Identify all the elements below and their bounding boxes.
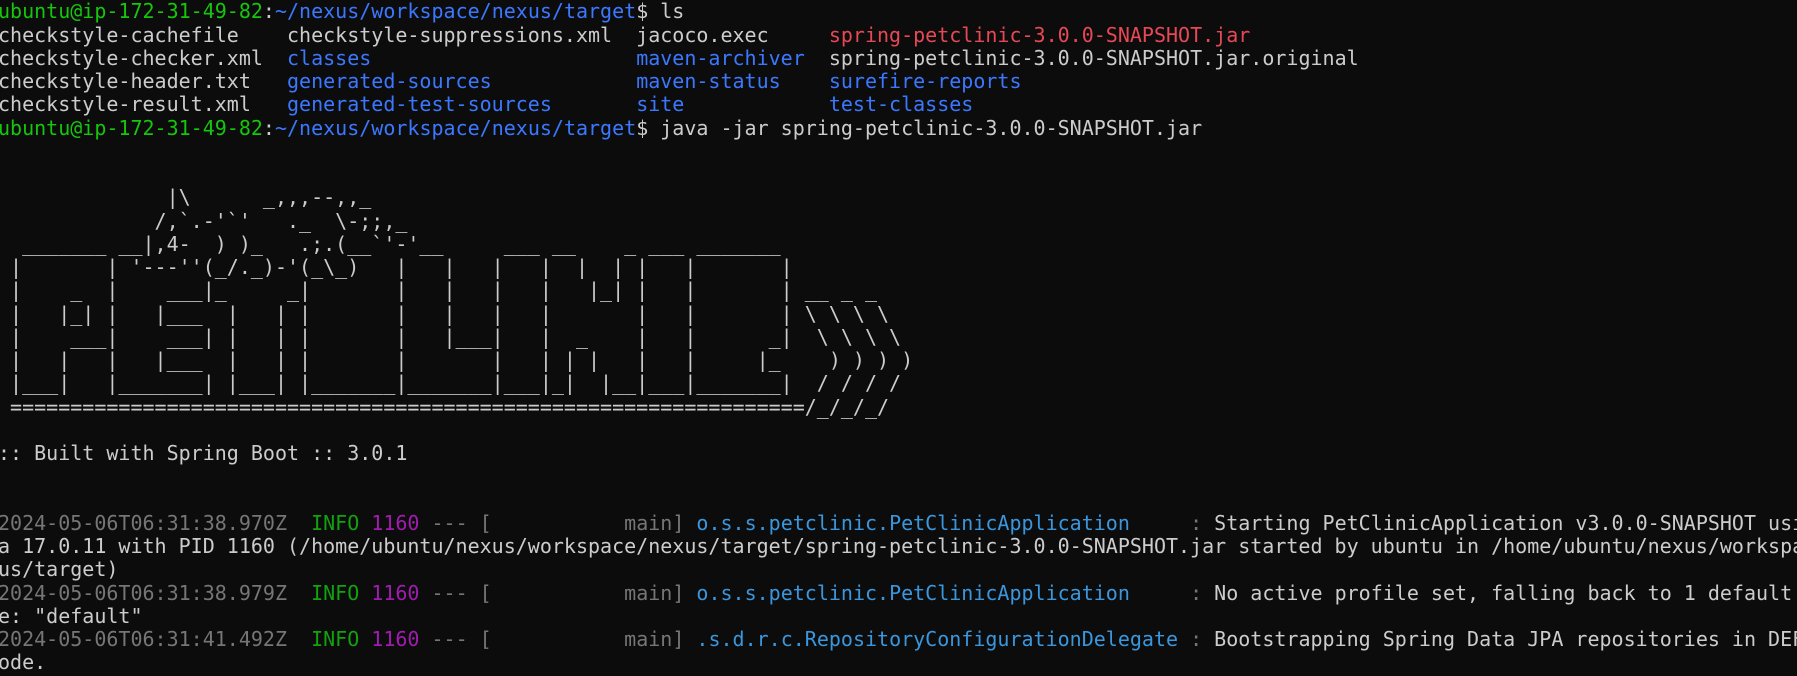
text-segment-fg: | | '---''(_/._)-'(_\_) | | | | | | | | … xyxy=(0,256,793,279)
text-segment-fg: Starting PetClinicApplication v3.0.0-SNA… xyxy=(1214,511,1797,535)
text-segment-fg: _______ __|,4- ) )_ .;.(__`'-'__ ___ __ … xyxy=(0,232,781,256)
terminal-line: checkstyle-header.txt generated-sources … xyxy=(0,70,1797,93)
text-segment-fg: checkstyle-result.xml xyxy=(0,93,287,117)
text-segment-logger: o.s.s.petclinic.PetClinicApplication xyxy=(696,581,1179,605)
text-segment-timestamp: : xyxy=(1178,628,1215,651)
text-segment-directory: site xyxy=(636,93,829,117)
text-segment-fg: spring-petclinic-3.0.0-SNAPSHOT.jar.orig… xyxy=(828,46,1359,70)
terminal-line: 2024-05-06T06:31:38.979Z INFO 1160 --- [… xyxy=(0,582,1797,605)
text-segment-timestamp: : xyxy=(1178,511,1215,535)
text-segment-pid: 1160 xyxy=(359,511,420,535)
text-segment-fg: | |_| | |___ | | | | | | | | | | \ \ \ \ xyxy=(0,302,890,326)
text-segment-fg: e: "default" xyxy=(0,604,143,628)
text-segment-directory: maven-status xyxy=(636,70,829,93)
terminal-line: checkstyle-result.xml generated-test-sou… xyxy=(0,93,1797,116)
text-segment-prompt-user: ubuntu@ip-172-31-49-82 xyxy=(0,116,263,140)
terminal-line: a 17.0.11 with PID 1160 (/home/ubuntu/ne… xyxy=(0,535,1797,558)
text-segment-fg: checkstyle-checker.xml xyxy=(0,46,287,70)
terminal-output[interactable]: ubuntu@ip-172-31-49-82:~/nexus/workspace… xyxy=(0,0,1797,675)
terminal-line: ========================================… xyxy=(0,396,1797,419)
terminal-line: ubuntu@ip-172-31-49-82:~/nexus/workspace… xyxy=(0,0,1797,23)
terminal-line: checkstyle-checker.xml classes maven-arc… xyxy=(0,47,1797,70)
text-segment-timestamp: 2024-05-06T06:31:41.492Z xyxy=(0,628,287,651)
terminal-line: e: "default" xyxy=(0,605,1797,628)
text-segment-directory: test-classes xyxy=(828,93,974,117)
text-segment-level-info: INFO xyxy=(286,581,360,605)
text-segment-directory: surefire-reports xyxy=(828,70,1022,93)
text-segment-fg: No active profile set, falling back to 1… xyxy=(1214,581,1797,605)
text-segment-fg: : xyxy=(262,116,275,140)
text-segment-directory: maven-archiver xyxy=(636,46,829,70)
terminal-line: _______ __|,4- ) )_ .;.(__`'-'__ ___ __ … xyxy=(0,233,1797,256)
text-segment-fg: Bootstrapping Spring Data JPA repositori… xyxy=(1214,628,1797,651)
text-segment-fg: a 17.0.11 with PID 1160 (/home/ubuntu/ne… xyxy=(0,535,1797,558)
text-segment-fg: ode. xyxy=(0,651,47,675)
text-segment-logger: o.s.s.petclinic.PetClinicApplication xyxy=(696,511,1179,535)
text-segment-fg: jacoco.exec xyxy=(636,23,829,47)
text-segment-archive: spring-petclinic-3.0.0-SNAPSHOT.jar xyxy=(828,23,1251,47)
text-segment-timestamp: --- [ main] xyxy=(419,628,697,651)
text-segment-timestamp: 2024-05-06T06:31:38.970Z xyxy=(0,511,287,535)
terminal-line: checkstyle-cachefile checkstyle-suppress… xyxy=(0,24,1797,47)
text-segment-pid: 1160 xyxy=(359,581,420,605)
text-segment-fg: |___| |_______| |___| |_______|_______|_… xyxy=(0,372,902,396)
terminal-line: ode. xyxy=(0,651,1797,674)
text-segment-fg: | _ | ___|_ _| | | | | |_| | | | __ _ _ xyxy=(0,279,877,303)
text-segment-fg: |\ _,,,--,,_ xyxy=(0,186,372,210)
text-segment-directory: generated-sources xyxy=(286,70,637,93)
text-segment-pid: 1160 xyxy=(359,628,420,651)
terminal-line: | | '---''(_/._)-'(_\_) | | | | | | | | … xyxy=(0,256,1797,279)
text-segment-level-info: INFO xyxy=(286,511,360,535)
terminal-line: 2024-05-06T06:31:41.492Z INFO 1160 --- [… xyxy=(0,628,1797,651)
terminal-line: ubuntu@ip-172-31-49-82:~/nexus/workspace… xyxy=(0,117,1797,140)
terminal-line: | |_| | |___ | | | | | | | | | | \ \ \ \ xyxy=(0,303,1797,326)
terminal-line: | ___| ___| | | | | |___| | _ | | _| \ \… xyxy=(0,326,1797,349)
text-segment-logger: .s.d.r.c.RepositoryConfigurationDelegate xyxy=(696,628,1179,651)
terminal-line: |___| |_______| |___| |_______|_______|_… xyxy=(0,372,1797,395)
text-segment-prompt-path: ~/nexus/workspace/nexus/target xyxy=(274,116,637,140)
text-segment-fg: checkstyle-cachefile xyxy=(0,23,287,47)
text-segment-directory: classes xyxy=(286,46,637,70)
terminal-line: :: Built with Spring Boot :: 3.0.1 xyxy=(0,442,1797,465)
terminal-line: 2024-05-06T06:31:38.970Z INFO 1160 --- [… xyxy=(0,512,1797,535)
text-segment-timestamp: --- [ main] xyxy=(419,511,697,535)
text-segment-prompt-path: ~/nexus/workspace/nexus/target xyxy=(274,0,637,24)
text-segment-fg: checkstyle-header.txt xyxy=(0,70,287,93)
terminal-line: us/target) xyxy=(0,558,1797,581)
text-segment-fg: $ java -jar spring-petclinic-3.0.0-SNAPS… xyxy=(636,116,1203,140)
text-segment-fg: :: Built with Spring Boot :: 3.0.1 xyxy=(0,442,408,465)
text-segment-fg: | | | |___ | | | | | | | | | | |_ ) ) ) … xyxy=(0,349,914,372)
text-segment-fg: $ ls xyxy=(636,0,685,24)
text-segment-timestamp: 2024-05-06T06:31:38.979Z xyxy=(0,581,287,605)
terminal-line: | | | |___ | | | | | | | | | | |_ ) ) ) … xyxy=(0,349,1797,372)
text-segment-directory: generated-test-sources xyxy=(286,93,637,117)
terminal-line: |\ _,,,--,,_ xyxy=(0,186,1797,209)
text-segment-level-info: INFO xyxy=(286,628,360,651)
text-segment-prompt-user: ubuntu@ip-172-31-49-82 xyxy=(0,0,263,24)
text-segment-fg: | ___| ___| | | | | |___| | _ | | _| \ \… xyxy=(0,325,902,349)
text-segment-timestamp: --- [ main] xyxy=(419,581,697,605)
text-segment-fg: us/target) xyxy=(0,558,119,582)
text-segment-timestamp: : xyxy=(1178,581,1215,605)
text-segment-fg: : xyxy=(262,0,275,24)
text-segment-fg: checkstyle-suppressions.xml xyxy=(286,23,637,47)
terminal-line: | _ | ___|_ _| | | | | |_| | | | __ _ _ xyxy=(0,279,1797,302)
terminal-line: /,`.-'`' ._ \-;;,_ xyxy=(0,210,1797,233)
text-segment-fg: ========================================… xyxy=(0,395,890,419)
text-segment-fg: /,`.-'`' ._ \-;;,_ xyxy=(0,209,408,233)
